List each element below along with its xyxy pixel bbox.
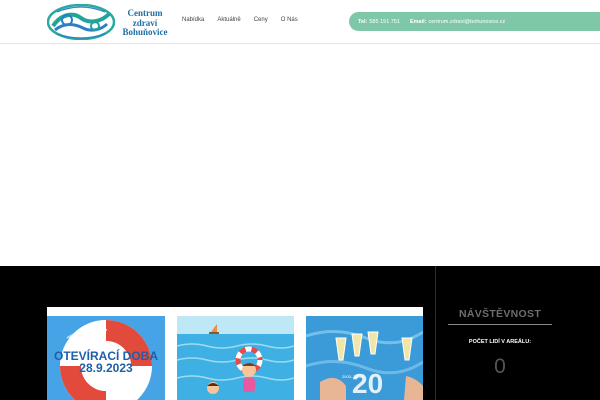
child-swimming-icon [177,316,294,400]
email-label: Email: [409,18,427,25]
logo-text[interactable]: Centrum zdraví Bohuňovice [114,8,176,38]
site-header: Centrum zdraví Bohuňovice Nabídka Aktuál… [0,0,600,44]
email-info[interactable]: Email: centrum.zdravi@bohunovice.cz [410,19,505,25]
logo-line-3: Bohuňovice [122,27,168,37]
logo-icon[interactable] [47,4,115,40]
opening-text: OTEVÍRACÍ DOBA 28.9.2023 [47,350,165,374]
nav-item-nabidka[interactable]: Nabídka [182,17,204,23]
section-divider [435,266,436,400]
contact-bar: Tel: 585 151 751 Email: centrum.zdravi@boh… [349,12,600,31]
main-nav: Nabídka Aktuálně Ceny O Nás [182,17,298,23]
visits-title: NÁVŠTĚVNOST [458,308,542,320]
visits-label: POČET LIDÍ V AREÁLU: [468,339,532,345]
nav-item-ceny[interactable]: Ceny [254,17,268,23]
visits-count: 0 [494,355,506,378]
gallery-tile-opening[interactable]: OTEVÍRACÍ DOBA 28.9.2023 [47,316,165,400]
opening-date: 28.9.2023 [79,361,133,375]
phone-info[interactable]: Tel: 585 151 751 [358,19,400,25]
nav-item-o-nas[interactable]: O Nás [281,17,298,23]
phone-label: Tel: [358,18,368,25]
email-address: centrum.zdravi@bohunovice.cz [428,18,506,25]
anniversary-number: 20 [352,368,384,399]
gallery-tile-sea[interactable] [177,316,294,400]
nav-item-aktualne[interactable]: Aktuálně [217,17,240,23]
gallery-tile-anniversary[interactable]: 2003–2023 20 [306,316,423,400]
page: Centrum zdraví Bohuňovice Nabídka Aktuál… [0,0,600,400]
visits-divider [448,324,552,325]
phone-number: 585 151 751 [369,18,400,25]
